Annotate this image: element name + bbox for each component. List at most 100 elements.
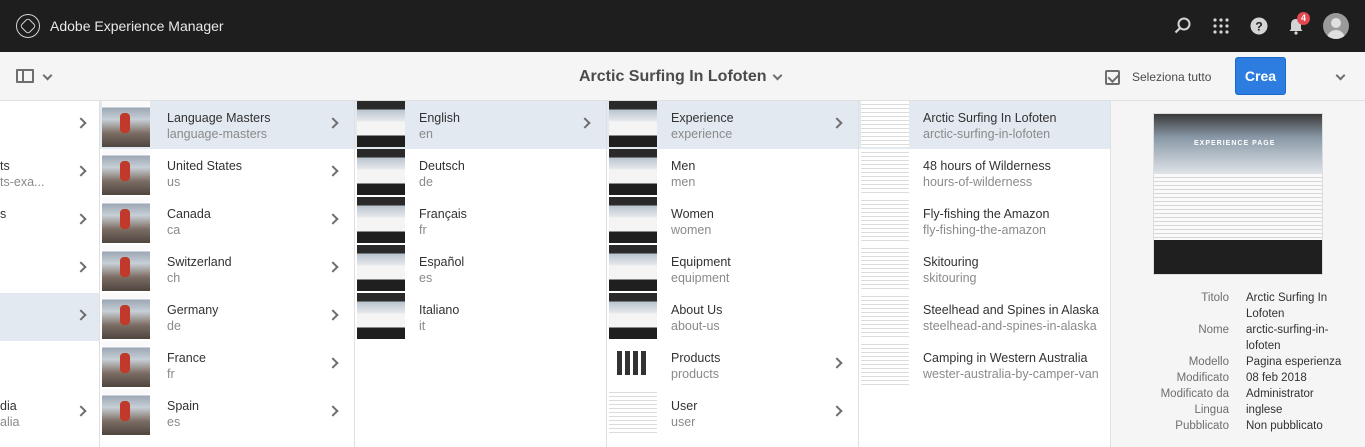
page-thumbnail xyxy=(609,341,657,387)
list-item[interactable]: User user xyxy=(607,389,858,437)
list-item[interactable]: 48 hours of Wilderness hours-of-wilderne… xyxy=(859,149,1110,197)
chevron-right-icon[interactable] xyxy=(327,405,339,417)
list-item[interactable]: About Us about-us xyxy=(607,293,858,341)
list-item-selected[interactable] xyxy=(0,293,99,341)
chevron-down-icon[interactable] xyxy=(42,70,53,81)
page-thumbnail xyxy=(861,293,909,339)
page-thumbnail xyxy=(357,149,405,195)
meta-value-modello: Pagina esperienza xyxy=(1246,356,1342,368)
list-item[interactable]: France fr xyxy=(100,341,354,389)
column-languages-root: Language Masters language-masters United… xyxy=(100,101,355,447)
meta-value-pubblicato: Non pubblicato xyxy=(1246,420,1323,432)
meta-label-titolo: Titolo xyxy=(1201,292,1229,304)
notifications-badge: 4 xyxy=(1297,12,1310,25)
page-thumbnail xyxy=(357,245,405,291)
meta-label-modificato-da: Modificato da xyxy=(1160,388,1229,400)
user-avatar[interactable] xyxy=(1323,13,1349,39)
page-thumbnail xyxy=(609,389,657,435)
chevron-right-icon[interactable] xyxy=(327,213,339,225)
chevron-right-icon[interactable] xyxy=(75,261,87,273)
list-item[interactable]: Camping in Western Australia wester-aust… xyxy=(859,341,1110,389)
page-thumbnail xyxy=(102,101,150,147)
list-item-selected[interactable]: Experience experience xyxy=(607,101,858,149)
page-thumbnail xyxy=(102,389,150,435)
rail-toggle-icon[interactable] xyxy=(16,69,34,83)
create-button[interactable]: Crea xyxy=(1235,57,1286,95)
page-thumbnail xyxy=(609,245,657,291)
list-item[interactable]: Steelhead and Spines in Alaska steelhead… xyxy=(859,293,1110,341)
page-thumbnail xyxy=(102,197,150,243)
chevron-right-icon[interactable] xyxy=(75,405,87,417)
chevron-right-icon[interactable] xyxy=(831,405,843,417)
list-item[interactable]: Men men xyxy=(607,149,858,197)
page-preview-image: EXPERIENCE PAGE xyxy=(1153,113,1323,275)
column-view: ts ts-exa... s dia alia Language Masters… xyxy=(0,101,1365,447)
page-thumbnail xyxy=(861,101,909,147)
chevron-right-icon[interactable] xyxy=(327,165,339,177)
page-thumbnail xyxy=(102,293,150,339)
column-languages: English en Deutsch de Français fr Españo… xyxy=(355,101,607,447)
chevron-right-icon[interactable] xyxy=(75,117,87,129)
list-item[interactable]: Español es xyxy=(355,245,606,293)
list-item[interactable]: Women women xyxy=(607,197,858,245)
page-thumbnail xyxy=(357,293,405,339)
chevron-right-icon[interactable] xyxy=(75,213,87,225)
properties-panel: EXPERIENCE PAGE Titolo Arctic Surfing In… xyxy=(1111,101,1365,447)
chevron-right-icon[interactable] xyxy=(327,309,339,321)
chevron-right-icon[interactable] xyxy=(327,117,339,129)
meta-value-modificato: 08 feb 2018 xyxy=(1246,372,1307,384)
page-thumbnail xyxy=(102,341,150,387)
list-item[interactable] xyxy=(0,101,99,149)
app-title[interactable]: Adobe Experience Manager xyxy=(50,18,224,34)
list-item-selected[interactable]: Arctic Surfing In Lofoten arctic-surfing… xyxy=(859,101,1110,149)
list-item[interactable]: Fly-fishing the Amazon fly-fishing-the-a… xyxy=(859,197,1110,245)
list-item[interactable]: ts ts-exa... xyxy=(0,149,99,197)
page-title[interactable]: Arctic Surfing In Lofoten xyxy=(579,68,767,86)
chevron-right-icon[interactable] xyxy=(327,261,339,273)
list-item[interactable]: Equipment equipment xyxy=(607,245,858,293)
list-item-selected[interactable]: English en xyxy=(355,101,606,149)
chevron-right-icon[interactable] xyxy=(75,165,87,177)
list-item[interactable]: Deutsch de xyxy=(355,149,606,197)
list-item[interactable] xyxy=(0,245,99,293)
search-icon[interactable] xyxy=(1173,16,1193,36)
select-all-label[interactable]: Seleziona tutto xyxy=(1132,70,1211,84)
aem-logo-icon[interactable] xyxy=(16,14,40,38)
list-item[interactable]: United States us xyxy=(100,149,354,197)
chevron-right-icon[interactable] xyxy=(75,309,87,321)
help-icon[interactable]: ? xyxy=(1249,16,1269,36)
view-chevron-down-icon[interactable] xyxy=(1335,70,1346,81)
solutions-grid-icon[interactable] xyxy=(1211,16,1231,36)
list-item[interactable]: Canada ca xyxy=(100,197,354,245)
column-experience-pages: Arctic Surfing In Lofoten arctic-surfing… xyxy=(859,101,1111,447)
select-all-checkbox-icon[interactable] xyxy=(1105,70,1120,85)
chevron-right-icon[interactable] xyxy=(831,357,843,369)
title-chevron-down-icon[interactable] xyxy=(772,70,783,81)
list-item[interactable]: Germany de xyxy=(100,293,354,341)
page-thumbnail xyxy=(357,101,405,147)
page-thumbnail xyxy=(102,149,150,195)
chevron-right-icon[interactable] xyxy=(831,117,843,129)
list-item[interactable]: s xyxy=(0,197,99,245)
chevron-right-icon[interactable] xyxy=(579,117,591,129)
svg-text:?: ? xyxy=(1255,20,1262,34)
page-thumbnail xyxy=(609,293,657,339)
list-item[interactable]: Switzerland ch xyxy=(100,245,354,293)
list-item[interactable]: Products products xyxy=(607,341,858,389)
page-thumbnail xyxy=(861,149,909,195)
global-header: Adobe Experience Manager ? 4 xyxy=(0,0,1365,52)
page-thumbnail xyxy=(609,197,657,243)
list-item[interactable]: Italiano it xyxy=(355,293,606,341)
page-thumbnail xyxy=(609,101,657,147)
list-item[interactable]: dia alia xyxy=(0,389,99,437)
list-item[interactable]: Français fr xyxy=(355,197,606,245)
page-thumbnail xyxy=(861,197,909,243)
column-root: ts ts-exa... s dia alia xyxy=(0,101,100,447)
page-thumbnail xyxy=(102,245,150,291)
list-item[interactable] xyxy=(0,341,99,389)
list-item-selected[interactable]: Language Masters language-masters xyxy=(100,101,354,149)
list-item[interactable]: Spain es xyxy=(100,389,354,437)
chevron-right-icon[interactable] xyxy=(327,357,339,369)
meta-label-pubblicato: Pubblicato xyxy=(1175,420,1229,432)
list-item[interactable]: Skitouring skitouring xyxy=(859,245,1110,293)
